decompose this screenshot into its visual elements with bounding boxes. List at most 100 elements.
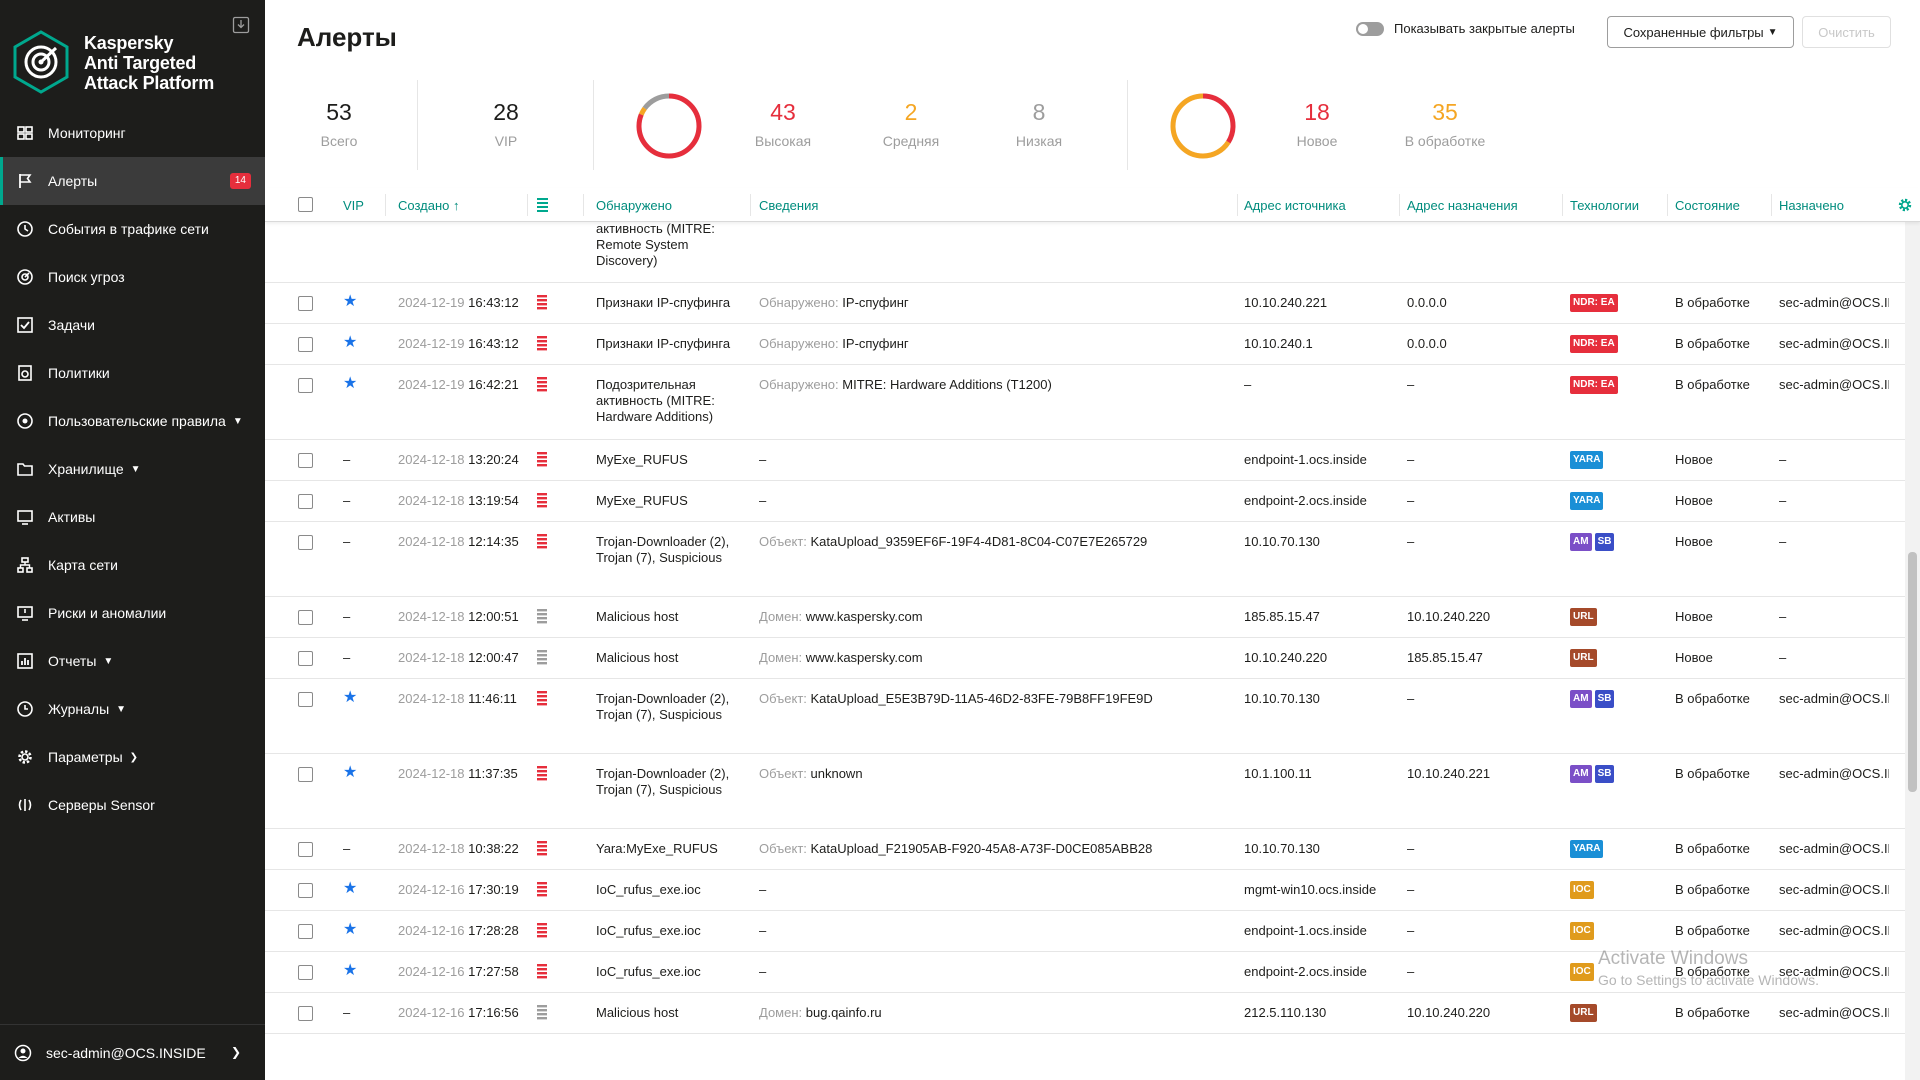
sidebar-item-4[interactable]: Поиск угроз <box>0 253 265 301</box>
detected-cell[interactable]: MyExe_RUFUS <box>596 493 731 509</box>
column-assigned[interactable]: Назначено <box>1779 198 1844 213</box>
detected-cell[interactable]: Malicious host <box>596 650 731 666</box>
stat-medium[interactable]: 2 Средняя <box>856 97 966 149</box>
vip-star-icon[interactable]: ★ <box>343 881 357 897</box>
detected-cell[interactable]: Malicious host <box>596 609 731 625</box>
sidebar-item-10[interactable]: Карта сети <box>0 541 265 589</box>
column-info[interactable]: Сведения <box>759 198 818 213</box>
table-row[interactable]: ★2024-12-19 16:44:20Подозрительная актив… <box>265 222 1905 283</box>
user-menu[interactable]: sec-admin@OCS.INSIDE ❯ <box>0 1024 265 1080</box>
table-row[interactable]: – 2024-12-18 12:14:35 Trojan-Downloader (2… <box>265 522 1905 597</box>
created-cell: 2024-12-16 17:30:19 <box>398 882 519 898</box>
row-checkbox[interactable] <box>298 494 313 509</box>
vip-star-icon[interactable]: ★ <box>343 765 357 781</box>
severity-column-icon[interactable] <box>537 198 548 212</box>
saved-filters-button[interactable]: Сохраненные фильтры ▼ <box>1607 16 1794 48</box>
sidebar-item-8[interactable]: Хранилище ▼ <box>0 445 265 493</box>
column-detected[interactable]: Обнаружено <box>596 198 672 213</box>
row-checkbox[interactable] <box>298 610 313 625</box>
column-state[interactable]: Состояние <box>1675 198 1740 213</box>
detected-cell[interactable]: IoC_rufus_exe.ioc <box>596 882 731 898</box>
download-icon[interactable] <box>232 16 250 34</box>
stat-low[interactable]: 8 Низкая <box>984 97 1094 149</box>
gear-icon[interactable] <box>1897 197 1913 213</box>
brand[interactable]: Kaspersky Anti Targeted Attack Platform <box>12 30 214 94</box>
detected-cell[interactable]: Malicious host <box>596 1005 731 1021</box>
sidebar-item-2[interactable]: Алерты 14 <box>0 157 265 205</box>
detected-cell[interactable]: Trojan-Downloader (2), Trojan (7), Suspi… <box>596 691 731 723</box>
table-row[interactable]: – 2024-12-18 13:19:54 MyExe_RUFUS – endpoint… <box>265 481 1905 522</box>
table-row[interactable]: ★ 2024-12-16 17:30:19 IoC_rufus_exe.ioc – mg… <box>265 870 1905 911</box>
detected-cell[interactable]: IoC_rufus_exe.ioc <box>596 923 731 939</box>
detected-cell[interactable]: IoC_rufus_exe.ioc <box>596 964 731 980</box>
row-checkbox[interactable] <box>298 692 313 707</box>
kaspersky-logo-icon <box>13 30 69 94</box>
detected-cell[interactable]: Признаки IP-спуфинга <box>596 295 731 311</box>
select-all-checkbox[interactable] <box>298 197 313 212</box>
sidebar-item-15[interactable]: Серверы Sensor <box>0 781 265 829</box>
sidebar-item-5[interactable]: Задачи <box>0 301 265 349</box>
table-row[interactable]: ★ 2024-12-19 16:43:12 Признаки IP-спуфинга… <box>265 283 1905 324</box>
detected-cell[interactable]: Trojan-Downloader (2), Trojan (7), Suspi… <box>596 534 731 566</box>
row-checkbox[interactable] <box>298 924 313 939</box>
vip-star-icon[interactable]: ★ <box>343 922 357 938</box>
table-row[interactable]: ★ 2024-12-18 11:46:11 Trojan-Downloader (2… <box>265 679 1905 754</box>
column-created[interactable]: Создано ↑ <box>398 198 459 213</box>
sidebar-item-11[interactable]: Риски и аномалии <box>0 589 265 637</box>
sidebar-item-12[interactable]: Отчеты ▼ <box>0 637 265 685</box>
column-vip[interactable]: VIP <box>343 198 364 213</box>
stat-vip[interactable]: 28 VIP <box>451 97 561 149</box>
detected-cell[interactable]: Подозрительная активность (MITRE: Hardwa… <box>596 377 731 425</box>
stat-total[interactable]: 53 Всего <box>284 97 394 149</box>
scrollbar-thumb[interactable] <box>1908 552 1917 792</box>
sidebar-item-9[interactable]: Активы <box>0 493 265 541</box>
vip-star-icon[interactable]: ★ <box>343 963 357 979</box>
column-tech[interactable]: Технологии <box>1570 198 1639 213</box>
sidebar-item-13[interactable]: Журналы ▼ <box>0 685 265 733</box>
divider <box>593 80 594 170</box>
detected-cell[interactable]: Yara:MyExe_RUFUS <box>596 841 731 857</box>
row-checkbox[interactable] <box>298 842 313 857</box>
vip-star-icon[interactable]: ★ <box>343 294 357 310</box>
stat-new[interactable]: 18 Новое <box>1262 97 1372 149</box>
toggle-switch[interactable] <box>1356 21 1384 36</box>
row-checkbox[interactable] <box>298 883 313 898</box>
clear-button[interactable]: Очистить <box>1802 16 1891 48</box>
stat-high[interactable]: 43 Высокая <box>728 97 838 149</box>
table-row[interactable]: – 2024-12-18 13:20:24 MyExe_RUFUS – endpoint… <box>265 440 1905 481</box>
table-row[interactable]: – 2024-12-16 17:16:56 Malicious host Домен:… <box>265 993 1905 1034</box>
stat-inprogress[interactable]: 35 В обработке <box>1390 97 1500 149</box>
sidebar-item-7[interactable]: Пользовательские правила ▼ <box>0 397 265 445</box>
sidebar-item-6[interactable]: Политики <box>0 349 265 397</box>
table-row[interactable]: – 2024-12-18 12:00:51 Malicious host Домен:… <box>265 597 1905 638</box>
column-src[interactable]: Адрес источника <box>1244 198 1346 213</box>
sidebar-item-14[interactable]: Параметры ❯ <box>0 733 265 781</box>
table-row[interactable]: ★ 2024-12-16 17:28:28 IoC_rufus_exe.ioc – en… <box>265 911 1905 952</box>
vip-star-icon[interactable]: ★ <box>343 335 357 351</box>
column-dst[interactable]: Адрес назначения <box>1407 198 1518 213</box>
row-checkbox[interactable] <box>298 651 313 666</box>
row-checkbox[interactable] <box>298 767 313 782</box>
table-row[interactable]: ★ 2024-12-19 16:43:12 Признаки IP-спуфинга… <box>265 324 1905 365</box>
row-checkbox[interactable] <box>298 296 313 311</box>
vip-star-icon[interactable]: ★ <box>343 690 357 706</box>
row-checkbox[interactable] <box>298 337 313 352</box>
detected-cell[interactable]: Подозрительная активность (MITRE: Remote… <box>596 222 731 269</box>
table-row[interactable]: – 2024-12-18 10:38:22 Yara:MyExe_RUFUS Объе… <box>265 829 1905 870</box>
table-row[interactable]: ★ 2024-12-18 11:37:35 Trojan-Downloader (2… <box>265 754 1905 829</box>
sidebar-item-1[interactable]: Мониторинг <box>0 109 265 157</box>
detected-cell[interactable]: MyExe_RUFUS <box>596 452 731 468</box>
row-checkbox[interactable] <box>298 453 313 468</box>
show-closed-toggle[interactable]: Показывать закрытые алерты <box>1356 21 1575 36</box>
detected-cell[interactable]: Признаки IP-спуфинга <box>596 336 731 352</box>
row-checkbox[interactable] <box>298 965 313 980</box>
table-scrollbar[interactable] <box>1905 222 1920 1080</box>
vip-star-icon[interactable]: ★ <box>343 376 357 392</box>
row-checkbox[interactable] <box>298 1006 313 1021</box>
detected-cell[interactable]: Trojan-Downloader (2), Trojan (7), Suspi… <box>596 766 731 798</box>
table-row[interactable]: – 2024-12-18 12:00:47 Malicious host Домен:… <box>265 638 1905 679</box>
sidebar-item-3[interactable]: События в трафике сети <box>0 205 265 253</box>
row-checkbox[interactable] <box>298 535 313 550</box>
row-checkbox[interactable] <box>298 378 313 393</box>
table-row[interactable]: ★ 2024-12-19 16:42:21 Подозрительная актив… <box>265 365 1905 440</box>
